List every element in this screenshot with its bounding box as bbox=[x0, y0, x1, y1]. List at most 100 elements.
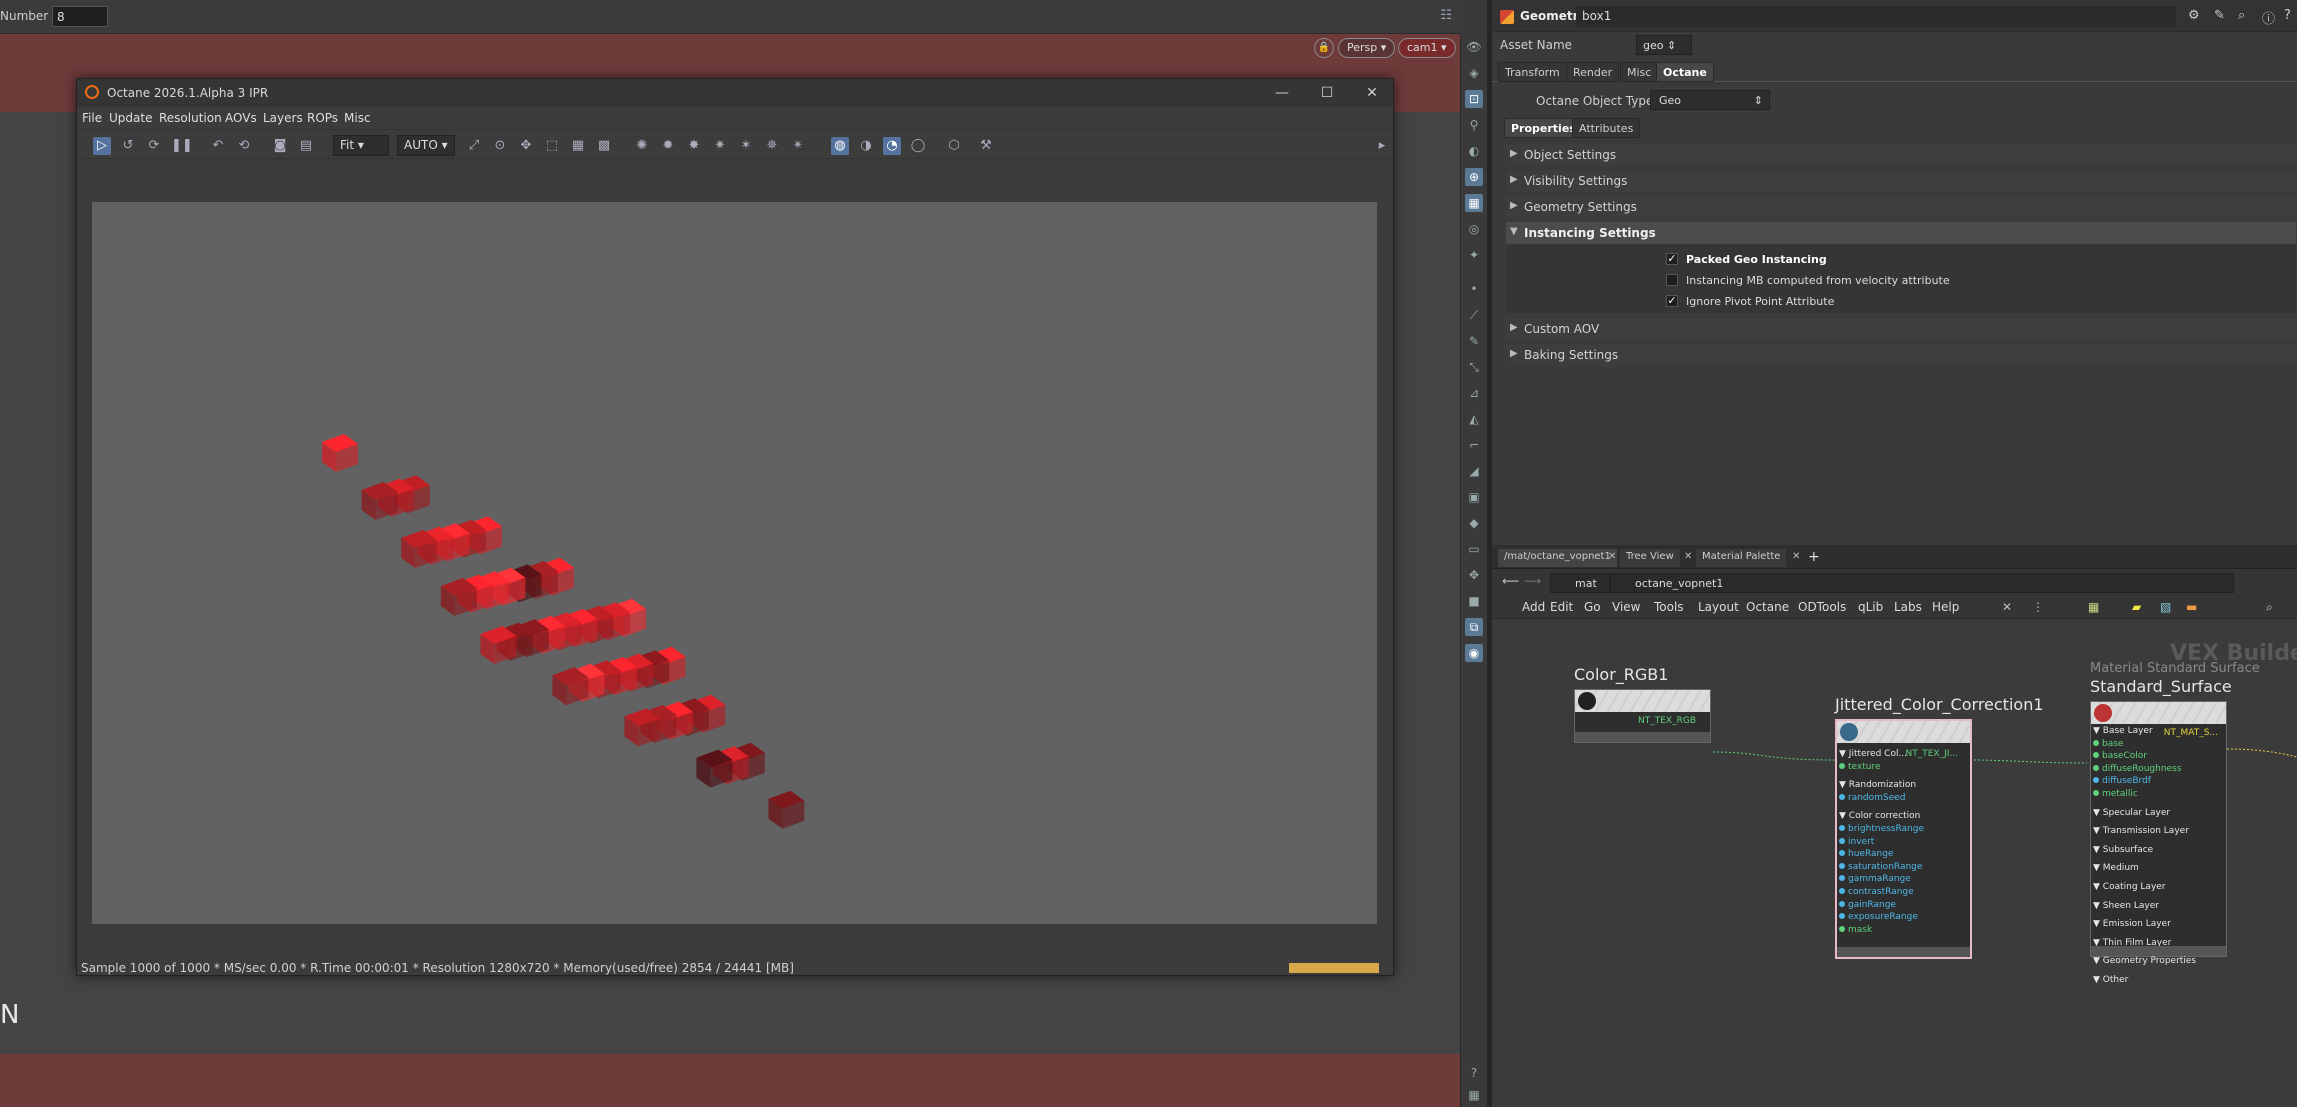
info-icon[interactable]: ⓘ bbox=[2262, 8, 2275, 27]
ghost-icon[interactable]: ◈ bbox=[1465, 64, 1483, 82]
section-geometry-settings[interactable]: ▶ Geometry Settings bbox=[1506, 196, 2296, 218]
camera-lock-icon[interactable]: 🔒 bbox=[1314, 38, 1334, 58]
diamond-icon[interactable]: ◆ bbox=[1465, 514, 1483, 532]
node-port[interactable]: ▼ Jittered Col... bbox=[1839, 749, 1907, 759]
close-icon[interactable]: ✕ bbox=[1357, 83, 1387, 103]
close-tab-icon[interactable]: ✕ bbox=[1608, 551, 1616, 562]
node-port[interactable]: gainRange bbox=[1839, 900, 1896, 910]
port-dot-icon[interactable] bbox=[1839, 925, 1845, 932]
node-port[interactable]: ▼ Medium bbox=[2093, 863, 2139, 873]
net-menu-go[interactable]: Go bbox=[1584, 600, 1601, 614]
close-tab-icon[interactable]: ✕ bbox=[1684, 551, 1692, 562]
grid-layout-icon[interactable]: ▦ bbox=[1465, 1086, 1483, 1104]
tab-misc[interactable]: Misc bbox=[1620, 62, 1659, 82]
section-visibility-settings[interactable]: ▶ Visibility Settings bbox=[1506, 170, 2296, 192]
clay-mode-icon[interactable]: ◔ bbox=[883, 137, 901, 155]
node-port[interactable]: diffuseBrdf bbox=[2093, 776, 2151, 786]
render-view-icon[interactable]: ◉ bbox=[1465, 644, 1483, 662]
flipbook-icon[interactable]: ⧉ bbox=[1465, 618, 1483, 636]
net-menu-add[interactable]: Add bbox=[1522, 600, 1545, 614]
node-graph-canvas[interactable]: VEX Builder Color_RGB1 NT_TEX_RGB Jitter… bbox=[1492, 619, 2297, 1107]
start-render-icon[interactable]: ▷ bbox=[93, 137, 111, 155]
section-instancing-settings[interactable]: ▼ Instancing Settings bbox=[1506, 222, 2296, 244]
tab-octane[interactable]: Octane bbox=[1656, 62, 1714, 82]
sticky-note-icon[interactable]: ▰ bbox=[2132, 600, 2141, 614]
zoom-picker-icon[interactable]: ✴ bbox=[789, 137, 807, 155]
ipr-menu-update[interactable]: Update bbox=[109, 111, 152, 125]
persp-menu-button[interactable]: Persp ▾ bbox=[1338, 38, 1396, 58]
port-dot-icon[interactable] bbox=[1839, 875, 1845, 882]
sculpt-icon[interactable]: ◭ bbox=[1465, 410, 1483, 428]
section-custom-aov[interactable]: ▶ Custom AOV bbox=[1506, 318, 2296, 340]
add-tab-icon[interactable]: + bbox=[1808, 549, 1820, 565]
display-icon[interactable]: ◐ bbox=[1465, 142, 1483, 160]
grid-icon[interactable]: ▦ bbox=[569, 137, 587, 155]
node-name-field[interactable]: box1 bbox=[1576, 6, 2176, 27]
node-port[interactable]: mask bbox=[1839, 925, 1872, 935]
port-dot-icon[interactable] bbox=[1839, 862, 1845, 869]
zoom-icon[interactable]: ⊙ bbox=[491, 137, 509, 155]
net-menu-tools[interactable]: Tools bbox=[1654, 600, 1684, 614]
net-menu-edit[interactable]: Edit bbox=[1550, 600, 1573, 614]
node-port[interactable]: ▼ Sheen Layer bbox=[2093, 901, 2159, 911]
tab-tree-view[interactable]: Tree View bbox=[1620, 549, 1680, 567]
net-menu-octane[interactable]: Octane bbox=[1746, 600, 1789, 614]
camera-icon[interactable]: ◎ bbox=[1465, 220, 1483, 238]
object-picker-icon[interactable]: ✶ bbox=[737, 137, 755, 155]
search-icon[interactable]: ⌕ bbox=[2238, 8, 2245, 23]
node-port[interactable]: baseColor bbox=[2093, 751, 2147, 761]
port-dot-icon[interactable] bbox=[1839, 888, 1845, 894]
port-dot-icon[interactable] bbox=[1839, 850, 1845, 857]
node-port[interactable]: ▼ Geometry Properties bbox=[2093, 956, 2196, 966]
edit-icon[interactable]: ✎ bbox=[2214, 8, 2225, 23]
box-icon[interactable]: ▣ bbox=[1465, 488, 1483, 506]
ipr-menu-aovs[interactable]: AOVs bbox=[225, 111, 257, 125]
net-menu-odtools[interactable]: ODTools bbox=[1798, 600, 1846, 614]
tab-mat-octane-vopnet[interactable]: /mat/octane_vopnet1 bbox=[1498, 549, 1617, 567]
auto-select[interactable]: AUTO ▾ bbox=[397, 135, 455, 156]
port-dot-icon[interactable] bbox=[2093, 790, 2099, 796]
display-options-icon[interactable]: ☷ bbox=[1440, 8, 1452, 23]
render-canvas[interactable] bbox=[92, 202, 1377, 924]
port-dot-icon[interactable] bbox=[2093, 777, 2099, 784]
sync-icon[interactable]: ⟲ bbox=[235, 137, 253, 155]
node-port[interactable]: gammaRange bbox=[1839, 874, 1911, 884]
picker-icon[interactable]: ✺ bbox=[633, 137, 651, 155]
port-dot-icon[interactable] bbox=[2093, 752, 2099, 759]
fit-select[interactable]: Fit ▾ bbox=[333, 135, 389, 156]
region-icon[interactable]: ⬚ bbox=[543, 137, 561, 155]
node-port[interactable]: ▼ Other bbox=[2093, 975, 2128, 985]
port-dot-icon[interactable] bbox=[2093, 764, 2099, 771]
node-port[interactable]: ▼ Coating Layer bbox=[2093, 882, 2166, 892]
node-port[interactable]: ▼ Randomization bbox=[1839, 780, 1916, 790]
jittered-color-correction-node[interactable]: NT_TEX_JI... ▼ Jittered Col... texture ▼ R… bbox=[1835, 719, 1972, 959]
port-dot-icon[interactable] bbox=[1839, 825, 1845, 831]
standard-surface-node[interactable]: NT_MAT_S... ▼ Base Layer base baseColor dif… bbox=[2090, 701, 2227, 985]
port-dot-icon[interactable] bbox=[1839, 900, 1845, 907]
settings-tools-icon[interactable]: ⚒ bbox=[977, 137, 995, 155]
refresh-icon[interactable]: ⟳ bbox=[145, 137, 163, 155]
ipr-menu-resolution[interactable]: Resolution bbox=[159, 111, 222, 125]
edge-icon[interactable]: ⟋ bbox=[1465, 306, 1483, 324]
node-port[interactable]: invert bbox=[1839, 837, 1874, 847]
snapshot-icon[interactable]: ◙ bbox=[271, 137, 289, 155]
net-menu-help[interactable]: Help bbox=[1932, 600, 1959, 614]
image-icon[interactable]: ▧ bbox=[2160, 600, 2171, 614]
tab-material-palette[interactable]: Material Palette bbox=[1696, 549, 1787, 567]
node-port[interactable]: ▼ Color correction bbox=[1839, 811, 1920, 821]
node-port[interactable]: randomSeed bbox=[1839, 793, 1905, 803]
ipr-menu-rops[interactable]: ROPs bbox=[307, 111, 338, 125]
help-icon[interactable]: ? bbox=[1465, 1064, 1483, 1082]
view-icon[interactable]: 👁 bbox=[1465, 38, 1483, 56]
palette-icon[interactable]: ▦ bbox=[2088, 600, 2099, 614]
alpha-icon[interactable]: ◑ bbox=[857, 137, 875, 155]
pin-icon[interactable]: ⚲ bbox=[1465, 116, 1483, 134]
tab-render[interactable]: Render bbox=[1566, 62, 1620, 82]
focus-picker-icon[interactable]: ✹ bbox=[659, 137, 677, 155]
minimize-icon[interactable]: — bbox=[1267, 83, 1297, 103]
measure-icon[interactable]: ⤡ bbox=[1465, 358, 1483, 376]
ipr-menu-layers[interactable]: Layers bbox=[263, 111, 303, 125]
node-port[interactable]: brightnessRange bbox=[1839, 824, 1924, 834]
paint-icon[interactable]: ⊿ bbox=[1465, 384, 1483, 402]
back-arrow-icon[interactable]: ⟵ bbox=[1502, 574, 1519, 588]
